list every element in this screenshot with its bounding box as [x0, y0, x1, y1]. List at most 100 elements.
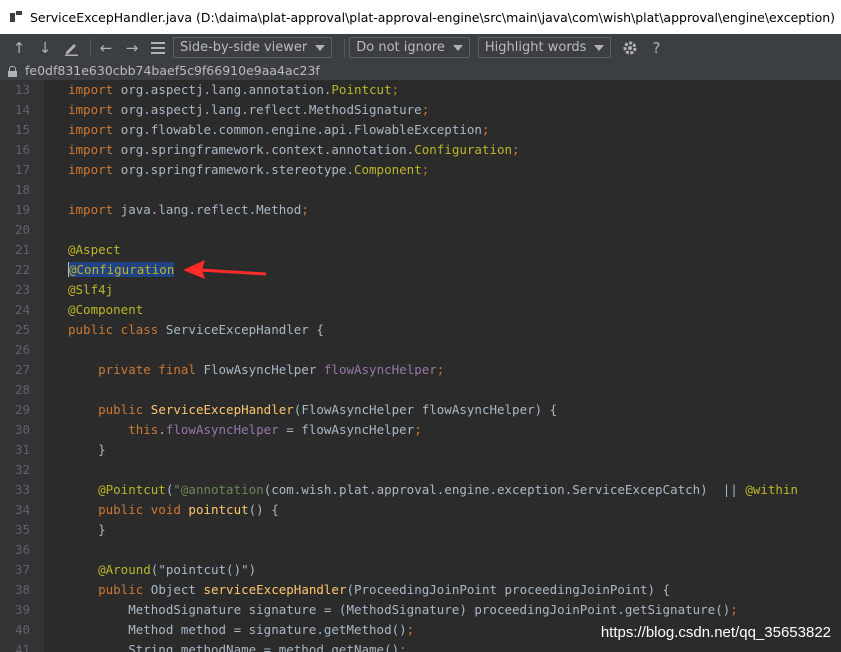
line-number: 26 [14, 342, 30, 357]
line-number: 29 [14, 402, 30, 417]
code-text: @Slf4j [68, 280, 113, 300]
code-token: @within [745, 482, 799, 497]
code-line[interactable]: 29 public ServiceExcepHandler(FlowAsyncH… [0, 400, 841, 420]
code-line[interactable]: 30 this.flowAsyncHelper = flowAsyncHelpe… [0, 420, 841, 440]
edit-source-icon[interactable] [60, 37, 82, 59]
diff-window-icon [10, 11, 22, 23]
code-token: @Around [68, 562, 151, 577]
code-token: = flowAsyncHelper [278, 422, 415, 437]
line-number: 31 [14, 442, 30, 457]
code-token: ; [391, 82, 400, 97]
code-line[interactable]: 39 MethodSignature signature = (MethodSi… [0, 600, 841, 620]
code-line[interactable]: 27 private final FlowAsyncHelper flowAsy… [0, 360, 841, 380]
toolbar-separator [344, 38, 346, 57]
viewer-mode-dropdown[interactable]: Side-by-side viewer [173, 37, 333, 58]
commit-hash: fe0df831e630cbb74baef5c9f66910e9aa4ac23f [25, 63, 320, 78]
chevron-down-icon [452, 44, 463, 51]
code-line[interactable]: 36 [0, 540, 841, 560]
code-line[interactable]: 31 } [0, 440, 841, 460]
help-icon[interactable]: ? [645, 37, 667, 59]
code-token: org.aspectj.lang.reflect.MethodSignature [120, 102, 422, 117]
code-line[interactable]: 26 [0, 340, 841, 360]
code-editor[interactable]: 13 import org.aspectj.lang.annotation.Poi… [0, 80, 841, 652]
code-line[interactable]: 23 @Slf4j [0, 280, 841, 300]
code-token: import [68, 82, 121, 97]
code-token: ; [406, 622, 415, 637]
code-token: @Slf4j [68, 282, 114, 297]
code-line[interactable]: 34 public void pointcut() { [0, 500, 841, 520]
code-line[interactable]: 37 @Around("pointcut()") [0, 560, 841, 580]
code-token: import [68, 142, 121, 157]
line-number: 17 [14, 162, 30, 177]
code-token: org.springframework.context.annotation. [120, 142, 415, 157]
code-token: org.flowable.common.engine.api.FlowableE… [120, 122, 482, 137]
code-text: @Around("pointcut()") [68, 560, 256, 580]
code-token: ; [399, 642, 407, 652]
line-number: 25 [14, 322, 30, 337]
code-text: private final FlowAsyncHelper flowAsyncH… [68, 360, 444, 380]
code-text: import org.aspectj.lang.reflect.MethodSi… [68, 100, 429, 120]
code-line[interactable]: 19 import java.lang.reflect.Method; [0, 200, 841, 220]
code-token: ; [436, 362, 445, 377]
ignore-whitespace-dropdown[interactable]: Do not ignore [349, 37, 470, 58]
ignore-whitespace-label: Do not ignore [356, 40, 445, 55]
commit-hash-bar: fe0df831e630cbb74baef5c9f66910e9aa4ac23f [0, 61, 841, 80]
code-line[interactable]: 13 import org.aspectj.lang.annotation.Poi… [0, 80, 841, 100]
code-line[interactable]: 18 [0, 180, 841, 200]
file-list-icon[interactable] [147, 37, 169, 59]
back-arrow-icon[interactable]: ← [95, 37, 117, 59]
code-line[interactable]: 15 import org.flowable.common.engine.api.… [0, 120, 841, 140]
code-text: Method method = signature.getMethod(); [68, 620, 414, 640]
code-token: ServiceExcepHandler [150, 402, 294, 417]
code-line[interactable]: 41 String methodName = method.getName(); [0, 640, 841, 652]
forward-arrow-icon[interactable]: → [121, 37, 143, 59]
code-text: @Aspect [68, 240, 121, 260]
chevron-down-icon [594, 44, 605, 51]
code-line[interactable]: 28 [0, 380, 841, 400]
code-token: import [68, 162, 121, 177]
line-number: 40 [14, 622, 30, 637]
gear-icon[interactable] [619, 37, 641, 59]
watermark-text: https://blog.csdn.net/qq_35653822 [600, 624, 831, 641]
code-line[interactable]: 33 @Pointcut("@annotation(com.wish.plat.… [0, 480, 841, 500]
line-number: 28 [14, 382, 30, 397]
code-token: ; [481, 122, 490, 137]
code-line[interactable]: 32 [0, 460, 841, 480]
code-line[interactable]: 35 } [0, 520, 841, 540]
diff-toolbar: ↑ ↓ ← → Side-by-side viewer Do not ignor… [0, 34, 841, 61]
code-line[interactable]: 20 [0, 220, 841, 240]
code-line[interactable]: 22 @Configuration [0, 260, 841, 280]
line-number: 19 [14, 202, 30, 217]
code-token: ; [414, 422, 422, 437]
code-line[interactable]: 21 @Aspect [0, 240, 841, 260]
code-line[interactable]: 38 public Object serviceExcepHandler(Pro… [0, 580, 841, 600]
line-number: 21 [14, 242, 30, 257]
code-token: Pointcut [331, 82, 392, 97]
code-text: String methodName = method.getName(); [68, 640, 407, 652]
code-token: Configuration [414, 142, 513, 157]
line-number: 35 [14, 522, 30, 537]
code-token: (ProceedingJoinPoint proceedingJoinPoint… [346, 582, 671, 597]
code-line[interactable]: 14 import org.aspectj.lang.reflect.Method… [0, 100, 841, 120]
highlight-words-dropdown[interactable]: Highlight words [477, 37, 612, 58]
code-token: Object [150, 582, 204, 597]
line-number: 34 [14, 502, 30, 517]
code-token: (com.wish.plat.approval.engine.exception… [263, 482, 746, 497]
code-token: (FlowAsyncHelper flowAsyncHelper) { [293, 402, 558, 417]
code-line[interactable]: 16 import org.springframework.context.ann… [0, 140, 841, 160]
code-line[interactable]: 24 @Component [0, 300, 841, 320]
code-token: private final [68, 362, 204, 377]
code-line[interactable]: 25 public class ServiceExcepHandler { [0, 320, 841, 340]
code-text: @Configuration [68, 260, 175, 280]
line-number: 18 [14, 182, 30, 197]
line-number: 27 [14, 362, 30, 377]
next-difference-icon[interactable]: ↓ [34, 37, 56, 59]
code-line[interactable]: 17 import org.springframework.stereotype.… [0, 160, 841, 180]
code-text: @Pointcut("@annotation(com.wish.plat.app… [68, 480, 798, 500]
code-token: ("pointcut()") [150, 562, 257, 577]
line-number: 37 [14, 562, 30, 577]
code-token: } [68, 442, 106, 457]
code-text: import java.lang.reflect.Method; [68, 200, 309, 220]
previous-difference-icon[interactable]: ↑ [8, 37, 30, 59]
code-token: public [68, 402, 151, 417]
